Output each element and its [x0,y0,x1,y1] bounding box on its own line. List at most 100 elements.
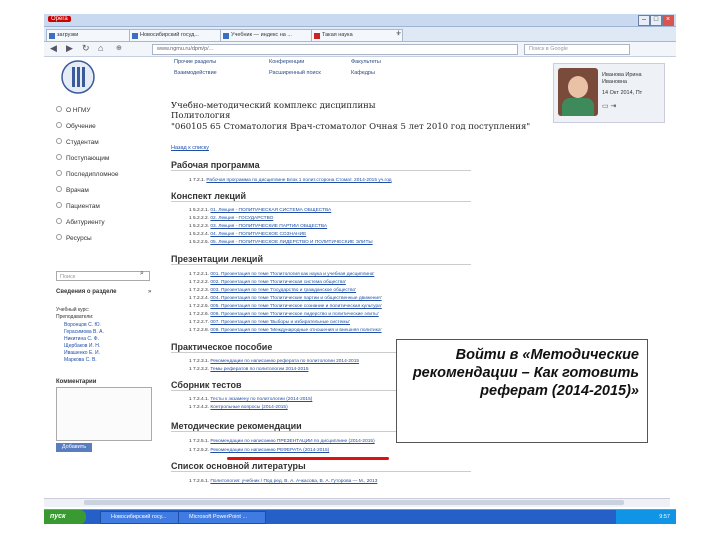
teachers-list: Воронцов С. Ю. Герасимова В. А. Никитина… [64,322,104,364]
course-label: Учебный курс: [56,307,90,313]
search-icon[interactable]: ⌕ [140,270,144,278]
opera-logo[interactable]: Opera [48,16,71,22]
university-logo [61,60,95,94]
add-comment-button[interactable]: Добавить [56,443,92,452]
teacher-link[interactable]: Щербаков И. Н. [64,343,104,350]
address-toolbar: ◀ ▶ ↻ ⌂ ⊕ www.ngmu.ru/dpm/p/... Поиск в … [44,42,676,57]
list-item[interactable]: 1 7.2.2.7. 007. Презентация по теме 'Выб… [189,320,350,325]
list-item[interactable]: 1 7.2.2.4. 004. Презентация по теме 'Пол… [189,296,382,301]
list-item[interactable]: 1 7.2.2.3. 003. Презентация по теме 'Гос… [189,288,356,293]
section-info-label: Сведения о разделе [56,289,117,295]
sidebar-item-resources[interactable]: Ресурсы [56,234,92,242]
maximize-button[interactable]: □ [650,15,662,26]
nav-other-sections[interactable]: Прочие разделы [174,59,216,65]
tab-bar: загрузки× Новосибирский госуд...× Учебни… [44,27,676,42]
list-item[interactable]: 1 7.2.3.1. Рекомендации по написанию реф… [189,359,359,364]
list-item[interactable]: 1 7.2.1. Рабочая программа по дисциплине… [189,178,392,183]
sidebar-item-patients[interactable]: Пациентам [56,202,100,210]
close-button[interactable]: × [662,15,674,26]
user-date: 14 Окт 2014, Пт [602,90,643,96]
home-button[interactable]: ⌂ [98,43,103,53]
web-badge-icon: ⊕ [116,45,122,52]
reload-button[interactable]: ↻ [82,43,90,54]
teacher-link[interactable]: Никитина С. Ф. [64,336,104,343]
sidebar-item-about[interactable]: О НГМУ [56,106,90,114]
nav-departments[interactable]: Кафедры [351,70,375,76]
page-title-line1: Учебно-методический комплекс дисциплины [171,101,376,111]
new-tab-button[interactable]: + [396,28,401,38]
list-item[interactable]: 1 7.2.2.5. 005. Презентация по теме 'Пол… [189,304,382,309]
collapse-icon[interactable]: » [148,289,151,295]
teacher-link[interactable]: Маркова С. В. [64,357,104,364]
list-item[interactable]: 1 7.2.2.8. 008. Презентация по теме 'Меж… [189,328,382,333]
site-icon [132,33,138,39]
site-icon [223,33,229,39]
list-item[interactable]: 1 7.2.4.1. Тесты к экзамену по политолог… [189,397,312,402]
list-item[interactable]: 1 7.2.3.2. Темы рефератов по политологии… [189,367,308,372]
essay-recommendations-link[interactable]: 1 7.2.5.2. Рекомендации по написанию РЕФ… [189,448,329,453]
sidebar-item-postgraduate[interactable]: Последипломное [56,170,119,178]
teacher-link[interactable]: Ивашенко Е. И. [64,350,104,357]
page-title-line2: Политология [171,111,231,121]
list-item[interactable]: 1 5.2.2.4. 04. Лекция - ПОЛИТИЧЕСКОЕ СОЗ… [189,232,306,237]
back-button[interactable]: ◀ [50,43,57,54]
tab-label: загрузки [57,32,79,38]
user-panel: Иванова Ирина Ивановна 14 Окт 2014, Пт ▭… [553,63,665,123]
tab-label: Такая наука [322,32,353,38]
nav-interaction[interactable]: Взаимодействие [174,70,217,76]
sidebar-item-doctors[interactable]: Врачам [56,186,89,194]
comment-textarea[interactable] [56,387,152,441]
sidebar-search-input[interactable]: Поиск [56,271,150,281]
list-item[interactable]: 1 5.2.2.1. 01. Лекция - ПОЛИТИЧЕСКАЯ СИС… [189,208,331,213]
sidebar-item-students[interactable]: Студентам [56,138,99,146]
nav-faculties[interactable]: Факультеты [351,59,381,65]
tab-science[interactable]: Такая наука × [311,29,403,41]
list-item[interactable]: 1 5.2.2.2. 02. Лекция - ГОСУДАРСТВО [189,216,273,221]
list-item[interactable]: 1 7.2.5.1. Рекомендации по написанию ПРЕ… [189,439,375,444]
search-input[interactable]: Поиск в Google [524,44,630,55]
url-input[interactable]: www.ngmu.ru/dpm/p/... [152,44,518,55]
highlight-underline [227,457,389,460]
list-item[interactable]: 1 7.2.2.6. 006. Презентация по теме 'Пол… [189,312,379,317]
sidebar-item-applicants[interactable]: Поступающим [56,154,109,162]
tab-label: Учебник — индекс на ... [231,32,292,38]
section-literature: Список основной литературы [171,461,471,472]
window-titlebar: Opera – □ × [44,14,676,27]
horizontal-scrollbar[interactable] [44,498,670,507]
minimize-button[interactable]: – [638,15,650,26]
list-item[interactable]: 1 7.2.6.1. Политология: учебник / Под ре… [189,479,377,484]
user-actions[interactable]: ▭ ⇥ [602,102,616,110]
system-clock: 9:57 [616,510,676,524]
taskbar-item-browser[interactable]: Новосибирский госу... [100,511,184,524]
teacher-link[interactable]: Воронцов С. Ю. [64,322,104,329]
back-to-list-link[interactable]: Назад к списку [171,145,209,151]
forward-button[interactable]: ▶ [66,43,73,54]
section-lecture-notes: Конспект лекций [171,191,471,202]
avatar[interactable] [558,68,598,116]
comments-label: Комментарии [56,379,97,385]
list-item[interactable]: 1 7.2.4.2. Контрольные вопросы (2014-201… [189,405,288,410]
nav-advanced-search[interactable]: Расширенный поиск [269,70,321,76]
tab-textbook[interactable]: Учебник — индекс на ...× [220,29,320,41]
list-item[interactable]: 1 5.2.2.3. 03. Лекция - ПОЛИТИЧЕСКИЕ ПАР… [189,224,327,229]
tab-ngmu[interactable]: Новосибирский госуд...× [129,29,229,41]
taskbar-item-powerpoint[interactable]: Microsoft PowerPoint ... [178,511,266,524]
scrollbar-thumb[interactable] [84,500,624,505]
instruction-callout: Войти в «Методические рекомендации – Как… [396,339,648,443]
list-item[interactable]: 1 5.2.2.5. 05. Лекция - ПОЛИТИЧЕСКОЕ ЛИД… [189,240,373,245]
nav-conferences[interactable]: Конференции [269,59,304,65]
list-item[interactable]: 1 7.2.2.1. 001. Презентация по теме 'Пол… [189,272,374,277]
tab-downloads[interactable]: загрузки× [46,29,138,41]
download-icon [49,33,55,39]
start-button[interactable]: пуск [44,510,86,524]
teacher-link[interactable]: Герасимова В. А. [64,329,104,336]
user-name[interactable]: Иванова Ирина Ивановна [602,72,660,86]
page-title-line3: "060105 65 Стоматология Врач-стоматолог … [171,122,531,132]
list-item[interactable]: 1 7.2.2.2. 002. Презентация по теме 'Пол… [189,280,346,285]
sidebar-item-entrant[interactable]: Абитуриенту [56,218,105,226]
section-work-program: Рабочая программа [171,160,471,171]
site-icon [314,33,320,39]
section-lecture-presentations: Презентации лекций [171,254,471,265]
sidebar-item-education[interactable]: Обучение [56,122,96,130]
tab-label: Новосибирский госуд... [140,32,199,38]
